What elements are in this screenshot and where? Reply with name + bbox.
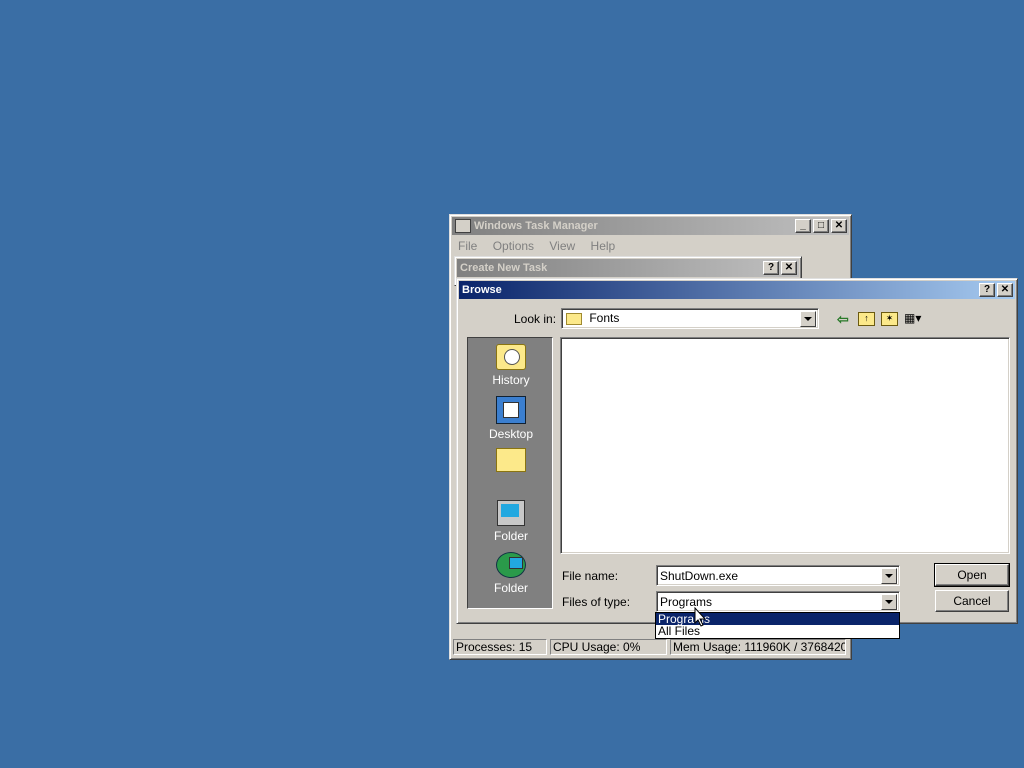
- minimize-button[interactable]: _: [795, 219, 811, 233]
- places-network-label: Folder: [493, 581, 528, 595]
- menu-view[interactable]: View: [549, 239, 575, 253]
- look-in-label: Look in:: [514, 312, 557, 326]
- status-processes: Processes: 15: [453, 639, 547, 655]
- browse-dialog: Browse ? ✕ Look in: Fonts ⇦ ↑ ✶ ▦▾ Histo…: [456, 278, 1018, 624]
- create-task-help-button[interactable]: ?: [763, 261, 779, 275]
- file-name-value: ShutDown.exe: [660, 569, 739, 583]
- task-manager-title: Windows Task Manager: [474, 220, 598, 232]
- places-desktop-label: Desktop: [488, 427, 534, 441]
- folder-icon: [496, 448, 526, 472]
- mouse-cursor-icon: [694, 607, 706, 627]
- desktop-icon: [496, 396, 526, 424]
- cancel-button[interactable]: Cancel: [935, 590, 1009, 612]
- close-button[interactable]: ✕: [831, 219, 847, 233]
- places-history[interactable]: History: [468, 344, 554, 387]
- file-name-label: File name:: [562, 569, 619, 583]
- files-of-type-label: Files of type:: [562, 595, 631, 609]
- browse-title: Browse: [462, 284, 502, 296]
- menu-file[interactable]: File: [458, 239, 477, 253]
- places-history-label: History: [492, 373, 530, 387]
- maximize-button[interactable]: □: [813, 219, 829, 233]
- create-task-title: Create New Task: [460, 262, 548, 274]
- file-list[interactable]: [560, 337, 1010, 554]
- computer-icon: [497, 500, 525, 526]
- files-of-type-list: Programs All Files: [655, 612, 900, 639]
- look-in-value: Fonts: [589, 311, 620, 325]
- open-button[interactable]: Open: [934, 563, 1010, 587]
- status-mem: Mem Usage: 111960K / 3768420K: [670, 639, 846, 655]
- places-my-documents[interactable]: [468, 448, 554, 472]
- menu-options[interactable]: Options: [493, 239, 534, 253]
- look-in-dropdown[interactable]: Fonts: [561, 308, 819, 329]
- history-icon: [496, 344, 526, 370]
- network-icon: [496, 552, 526, 578]
- type-option-all-files[interactable]: All Files: [656, 625, 899, 637]
- browse-close-button[interactable]: ✕: [997, 283, 1013, 297]
- chevron-down-icon[interactable]: [881, 594, 897, 610]
- menu-help[interactable]: Help: [591, 239, 616, 253]
- folder-icon: [566, 312, 582, 325]
- browse-help-button[interactable]: ?: [979, 283, 995, 297]
- status-cpu: CPU Usage: 0%: [550, 639, 667, 655]
- chevron-down-icon[interactable]: [800, 311, 816, 327]
- create-task-close-button[interactable]: ✕: [781, 261, 797, 275]
- places-desktop[interactable]: Desktop: [468, 396, 554, 441]
- places-my-computer-label: Folder: [493, 529, 528, 543]
- files-of-type-dropdown[interactable]: Programs: [656, 591, 900, 612]
- up-folder-icon[interactable]: ↑: [858, 312, 875, 326]
- browse-titlebar[interactable]: Browse ? ✕: [459, 281, 1015, 299]
- places-my-computer[interactable]: Folder: [468, 500, 554, 543]
- create-task-titlebar[interactable]: Create New Task ? ✕: [457, 259, 799, 277]
- chevron-down-icon[interactable]: [881, 568, 897, 584]
- places-network[interactable]: Folder: [468, 552, 554, 595]
- back-arrow-icon[interactable]: ⇦: [837, 311, 849, 328]
- view-menu-icon[interactable]: ▦▾: [904, 312, 928, 324]
- task-manager-titlebar[interactable]: Windows Task Manager _ □ ✕: [452, 217, 849, 235]
- file-name-input[interactable]: ShutDown.exe: [656, 565, 900, 586]
- places-bar: History Desktop Folder Folder: [467, 337, 553, 609]
- new-folder-icon[interactable]: ✶: [881, 312, 898, 326]
- task-manager-statusbar: Processes: 15 CPU Usage: 0% Mem Usage: 1…: [453, 639, 848, 655]
- task-manager-app-icon: [455, 219, 471, 233]
- task-manager-menubar: File Options View Help: [458, 239, 627, 253]
